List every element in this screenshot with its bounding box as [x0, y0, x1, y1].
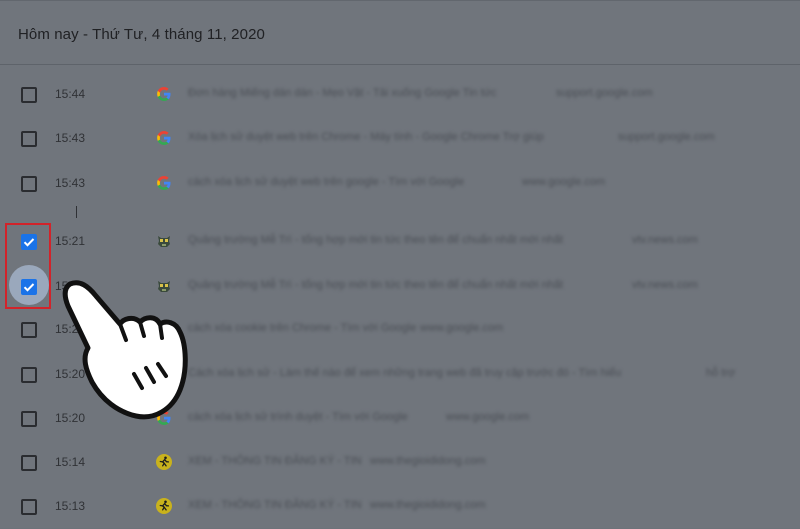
history-row[interactable]: 15:13 XEM - THÔNG TIN ĐĂNG KÝ - TIN www.… [0, 485, 800, 529]
row-title[interactable]: XEM - THÔNG TIN ĐĂNG KÝ - TIN [188, 499, 362, 511]
row-domain: vtv.news.com [632, 279, 698, 291]
row-domain: www.google.com [522, 176, 606, 188]
pointing-hand-icon [62, 280, 188, 420]
row-title[interactable]: Cách xóa lịch sử - Làm thế nào để xem nh… [188, 367, 621, 379]
row-title[interactable]: Xóa lịch sử duyệt web trên Chrome - Máy … [188, 131, 544, 143]
row-checkbox[interactable] [21, 455, 37, 471]
row-checkbox[interactable] [21, 87, 37, 103]
history-row[interactable]: 15:44 Đơn hàng Miếng dán dán - Mẹo Vặt -… [0, 73, 800, 117]
row-title[interactable]: cách xóa lịch sử trình duyệt - Tìm với G… [188, 411, 408, 423]
history-row[interactable]: 15:43 Xóa lịch sử duyệt web trên Chrome … [0, 117, 800, 161]
google-icon [157, 131, 171, 145]
history-row[interactable]: 15:21 Quảng trường Mễ Trì - tổng hợp mới… [0, 220, 800, 264]
history-row[interactable]: 15:43 cách xóa lịch sử duyệt web trên go… [0, 162, 800, 206]
row-title[interactable]: Đơn hàng Miếng dán dán - Mẹo Vặt - Tải x… [188, 87, 497, 99]
row-checkbox[interactable] [21, 499, 37, 515]
row-checkbox[interactable] [21, 131, 37, 147]
row-domain: hỗ trợ [706, 367, 736, 379]
row-title[interactable]: Quảng trường Mễ Trì - tổng hợp mới tin t… [188, 279, 563, 291]
row-domain: vtv.news.com [632, 234, 698, 246]
row-checkbox[interactable] [21, 411, 37, 427]
row-time: 15:44 [55, 87, 86, 101]
row-domain: www.thegioididong.com [370, 499, 486, 511]
row-checkbox[interactable] [21, 176, 37, 192]
row-domain: www.thegioididong.com [370, 455, 486, 467]
row-domain: support.google.com [618, 131, 715, 143]
history-panel: Hôm nay - Thứ Tư, 4 tháng 11, 2020 15:44… [0, 0, 800, 528]
row-title[interactable]: cách xóa lịch sử duyệt web trên google -… [188, 176, 464, 188]
history-row[interactable]: 15:14 XEM - THÔNG TIN ĐĂNG KÝ - TIN www.… [0, 441, 800, 485]
row-time: 15:14 [55, 455, 86, 469]
row-title[interactable]: XEM - THÔNG TIN ĐĂNG KÝ - TIN [188, 455, 362, 467]
date-header-title: Hôm nay - Thứ Tư, 4 tháng 11, 2020 [18, 26, 265, 43]
runner-icon [156, 498, 172, 514]
date-header: Hôm nay - Thứ Tư, 4 tháng 11, 2020 [0, 0, 800, 65]
row-time: 15:43 [55, 176, 86, 190]
text-cursor [76, 206, 77, 218]
row-time: 15:21 [55, 234, 86, 248]
row-domain: www.google.com [420, 322, 504, 334]
google-icon [157, 176, 171, 190]
mascot-icon [158, 236, 170, 247]
row-title[interactable]: cách xóa cookie trên Chrome - Tìm với Go… [188, 322, 416, 334]
row-time: 15:13 [55, 499, 86, 513]
runner-icon [156, 454, 172, 470]
row-title[interactable]: Quảng trường Mễ Trì - tổng hợp mới tin t… [188, 234, 563, 246]
selection-highlight-box [5, 223, 51, 309]
row-domain: www.google.com [446, 411, 530, 423]
google-icon [157, 87, 171, 101]
row-checkbox[interactable] [21, 322, 37, 338]
row-checkbox[interactable] [21, 367, 37, 383]
row-time: 15:43 [55, 131, 86, 145]
row-domain: support.google.com [556, 87, 653, 99]
